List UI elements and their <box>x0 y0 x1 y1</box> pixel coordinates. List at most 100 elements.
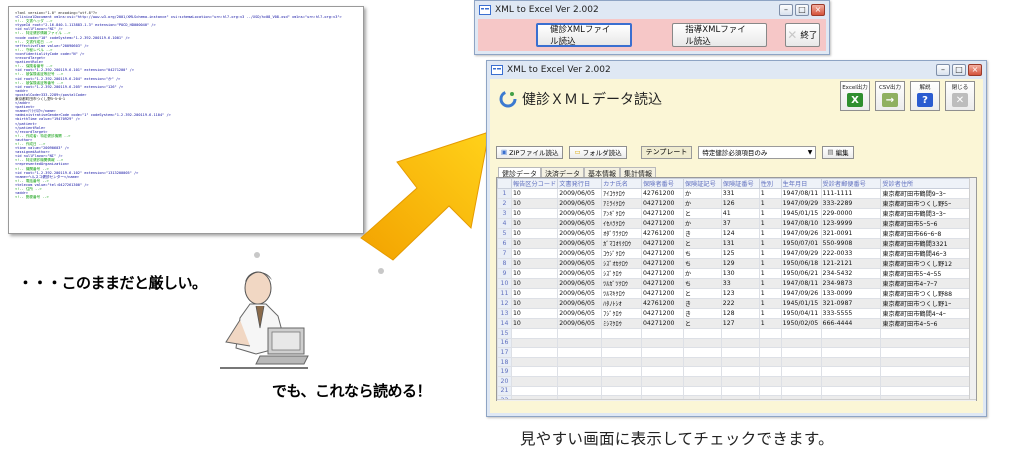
table-cell[interactable] <box>780 366 822 377</box>
table-row[interactable]: 21 <box>497 385 976 397</box>
row-number[interactable]: 8 <box>497 258 512 269</box>
table-cell[interactable]: ｺｳｼﾞｸﾛｳ <box>601 248 642 259</box>
table-cell[interactable]: ﾌｼﾞｸﾛｳ <box>601 308 642 319</box>
table-cell[interactable]: 1947/09/29 <box>780 198 822 209</box>
table-cell[interactable] <box>601 337 642 349</box>
table-cell[interactable]: ﾐｼﾏｸﾛｳ <box>601 318 642 329</box>
table-cell[interactable]: 229-0000 <box>820 208 882 219</box>
exit-button[interactable]: ✕ 終了 <box>784 23 820 47</box>
row-number[interactable]: 16 <box>497 337 512 349</box>
table-cell[interactable] <box>880 366 976 377</box>
table-cell[interactable] <box>820 356 882 368</box>
table-cell[interactable] <box>820 366 882 377</box>
table-row[interactable]: 10 10 2009/06/05 ﾂﾙｶﾞﾂｸﾛｳ 04271200 ち 33 1 1947/0… <box>497 278 976 289</box>
table-row[interactable]: 17 <box>497 347 976 358</box>
column-header[interactable]: 受診者住所 <box>880 178 976 189</box>
table-cell[interactable]: 2009/06/05 <box>557 218 603 229</box>
table-cell[interactable] <box>880 385 976 397</box>
table-cell[interactable]: 10 <box>510 208 559 219</box>
table-cell[interactable]: ﾊﾀﾉﾄｼｵ <box>601 298 642 309</box>
table-cell[interactable] <box>820 337 882 349</box>
table-row[interactable]: 14 10 2009/06/05 ﾐｼﾏｸﾛｳ 04271200 と 127 1 1950/02… <box>497 318 976 329</box>
table-cell[interactable] <box>510 366 559 377</box>
table-cell[interactable]: 1 <box>758 278 782 289</box>
table-cell[interactable] <box>557 385 603 397</box>
table-cell[interactable]: か <box>682 268 722 279</box>
table-cell[interactable]: 1950/06/18 <box>780 258 822 269</box>
table-cell[interactable]: 04271200 <box>641 238 684 249</box>
table-cell[interactable] <box>601 356 642 368</box>
table-row[interactable]: 1 10 2009/06/05 ｱｲｺｳｸﾛｳ 42761200 か 331 1 1947/08… <box>497 188 976 199</box>
column-header[interactable]: 受診者郵便番号 <box>820 178 882 189</box>
table-cell[interactable]: 2009/06/05 <box>557 258 603 269</box>
table-cell[interactable]: 10 <box>510 308 559 319</box>
table-cell[interactable]: 123 <box>720 288 760 299</box>
row-number[interactable]: 18 <box>497 356 512 368</box>
table-cell[interactable]: 42761200 <box>641 188 684 199</box>
table-cell[interactable] <box>780 328 822 339</box>
table-cell[interactable]: 111-1111 <box>820 188 882 199</box>
table-cell[interactable]: 04271200 <box>641 208 684 219</box>
table-cell[interactable]: 1947/09/29 <box>780 248 822 259</box>
window-close-button[interactable]: × <box>968 64 982 76</box>
table-cell[interactable] <box>641 328 684 339</box>
table-cell[interactable] <box>510 337 559 349</box>
table-cell[interactable]: 124 <box>720 228 760 239</box>
table-cell[interactable] <box>557 347 603 358</box>
table-cell[interactable]: ﾂﾙﾏｷｸﾛｳ <box>601 288 642 299</box>
table-row[interactable]: 11 10 2009/06/05 ﾂﾙﾏｷｸﾛｳ 04271200 と 123 1 1947/0… <box>497 288 976 299</box>
row-number[interactable]: 3 <box>497 208 512 219</box>
table-cell[interactable] <box>557 375 603 387</box>
table-cell[interactable]: 04271200 <box>641 258 684 269</box>
table-cell[interactable] <box>557 337 603 349</box>
table-cell[interactable] <box>720 385 760 397</box>
table-cell[interactable]: 125 <box>720 248 760 259</box>
column-header[interactable]: 報告区分コード <box>510 178 559 189</box>
table-cell[interactable]: 10 <box>510 258 559 269</box>
table-cell[interactable]: 2009/06/05 <box>557 298 603 309</box>
table-cell[interactable]: 129 <box>720 258 760 269</box>
window-close-button[interactable]: × <box>811 4 825 16</box>
table-cell[interactable]: 130 <box>720 268 760 279</box>
table-cell[interactable] <box>780 385 822 397</box>
table-cell[interactable]: 10 <box>510 188 559 199</box>
table-cell[interactable] <box>641 347 684 358</box>
row-number[interactable]: 14 <box>497 318 512 329</box>
table-cell[interactable]: 1 <box>758 228 782 239</box>
table-cell[interactable] <box>510 375 559 387</box>
table-cell[interactable]: 321-0987 <box>820 298 882 309</box>
table-cell[interactable]: 2009/06/05 <box>557 198 603 209</box>
table-cell[interactable]: と <box>682 238 722 249</box>
table-cell[interactable] <box>557 366 603 377</box>
table-cell[interactable] <box>510 328 559 339</box>
table-cell[interactable]: 04271200 <box>641 268 684 279</box>
table-cell[interactable]: 東京都町田市鶴間9ｰ3ｰ <box>880 188 976 199</box>
table-cell[interactable]: 123-9999 <box>820 218 882 229</box>
table-cell[interactable]: ち <box>682 248 722 259</box>
table-cell[interactable]: 1947/08/10 <box>780 218 822 229</box>
table-cell[interactable] <box>780 375 822 387</box>
minimize-button[interactable]: – <box>779 4 793 16</box>
table-cell[interactable]: 東京都町田市鶴間3321 <box>880 238 976 249</box>
table-cell[interactable]: 2009/06/05 <box>557 268 603 279</box>
column-header[interactable]: 生年月日 <box>780 178 822 189</box>
table-cell[interactable] <box>682 385 722 397</box>
table-cell[interactable]: 1945/01/15 <box>780 208 822 219</box>
table-cell[interactable]: 04271200 <box>641 308 684 319</box>
table-cell[interactable]: 234-5432 <box>820 268 882 279</box>
table-cell[interactable]: 2009/06/05 <box>557 248 603 259</box>
table-row[interactable]: 9 10 2009/06/05 ｼｽﾞｸﾛｳ 04271200 か 130 1 1950/06/… <box>497 268 976 279</box>
table-cell[interactable]: 10 <box>510 278 559 289</box>
column-header[interactable]: カナ氏名 <box>601 178 642 189</box>
table-cell[interactable] <box>641 366 684 377</box>
table-row[interactable]: 8 10 2009/06/05 ｼｽﾞｵｶｸﾛｳ 04271200 ち 129 1 1950/0… <box>497 258 976 269</box>
table-cell[interactable]: 04271200 <box>641 248 684 259</box>
table-cell[interactable] <box>557 328 603 339</box>
table-cell[interactable] <box>720 356 760 368</box>
table-cell[interactable]: 1947/09/26 <box>780 288 822 299</box>
table-cell[interactable]: 234-9873 <box>820 278 882 289</box>
table-cell[interactable]: 10 <box>510 248 559 259</box>
row-number[interactable]: 21 <box>497 385 512 397</box>
grid-corner[interactable] <box>497 178 512 189</box>
table-cell[interactable]: 1 <box>758 268 782 279</box>
